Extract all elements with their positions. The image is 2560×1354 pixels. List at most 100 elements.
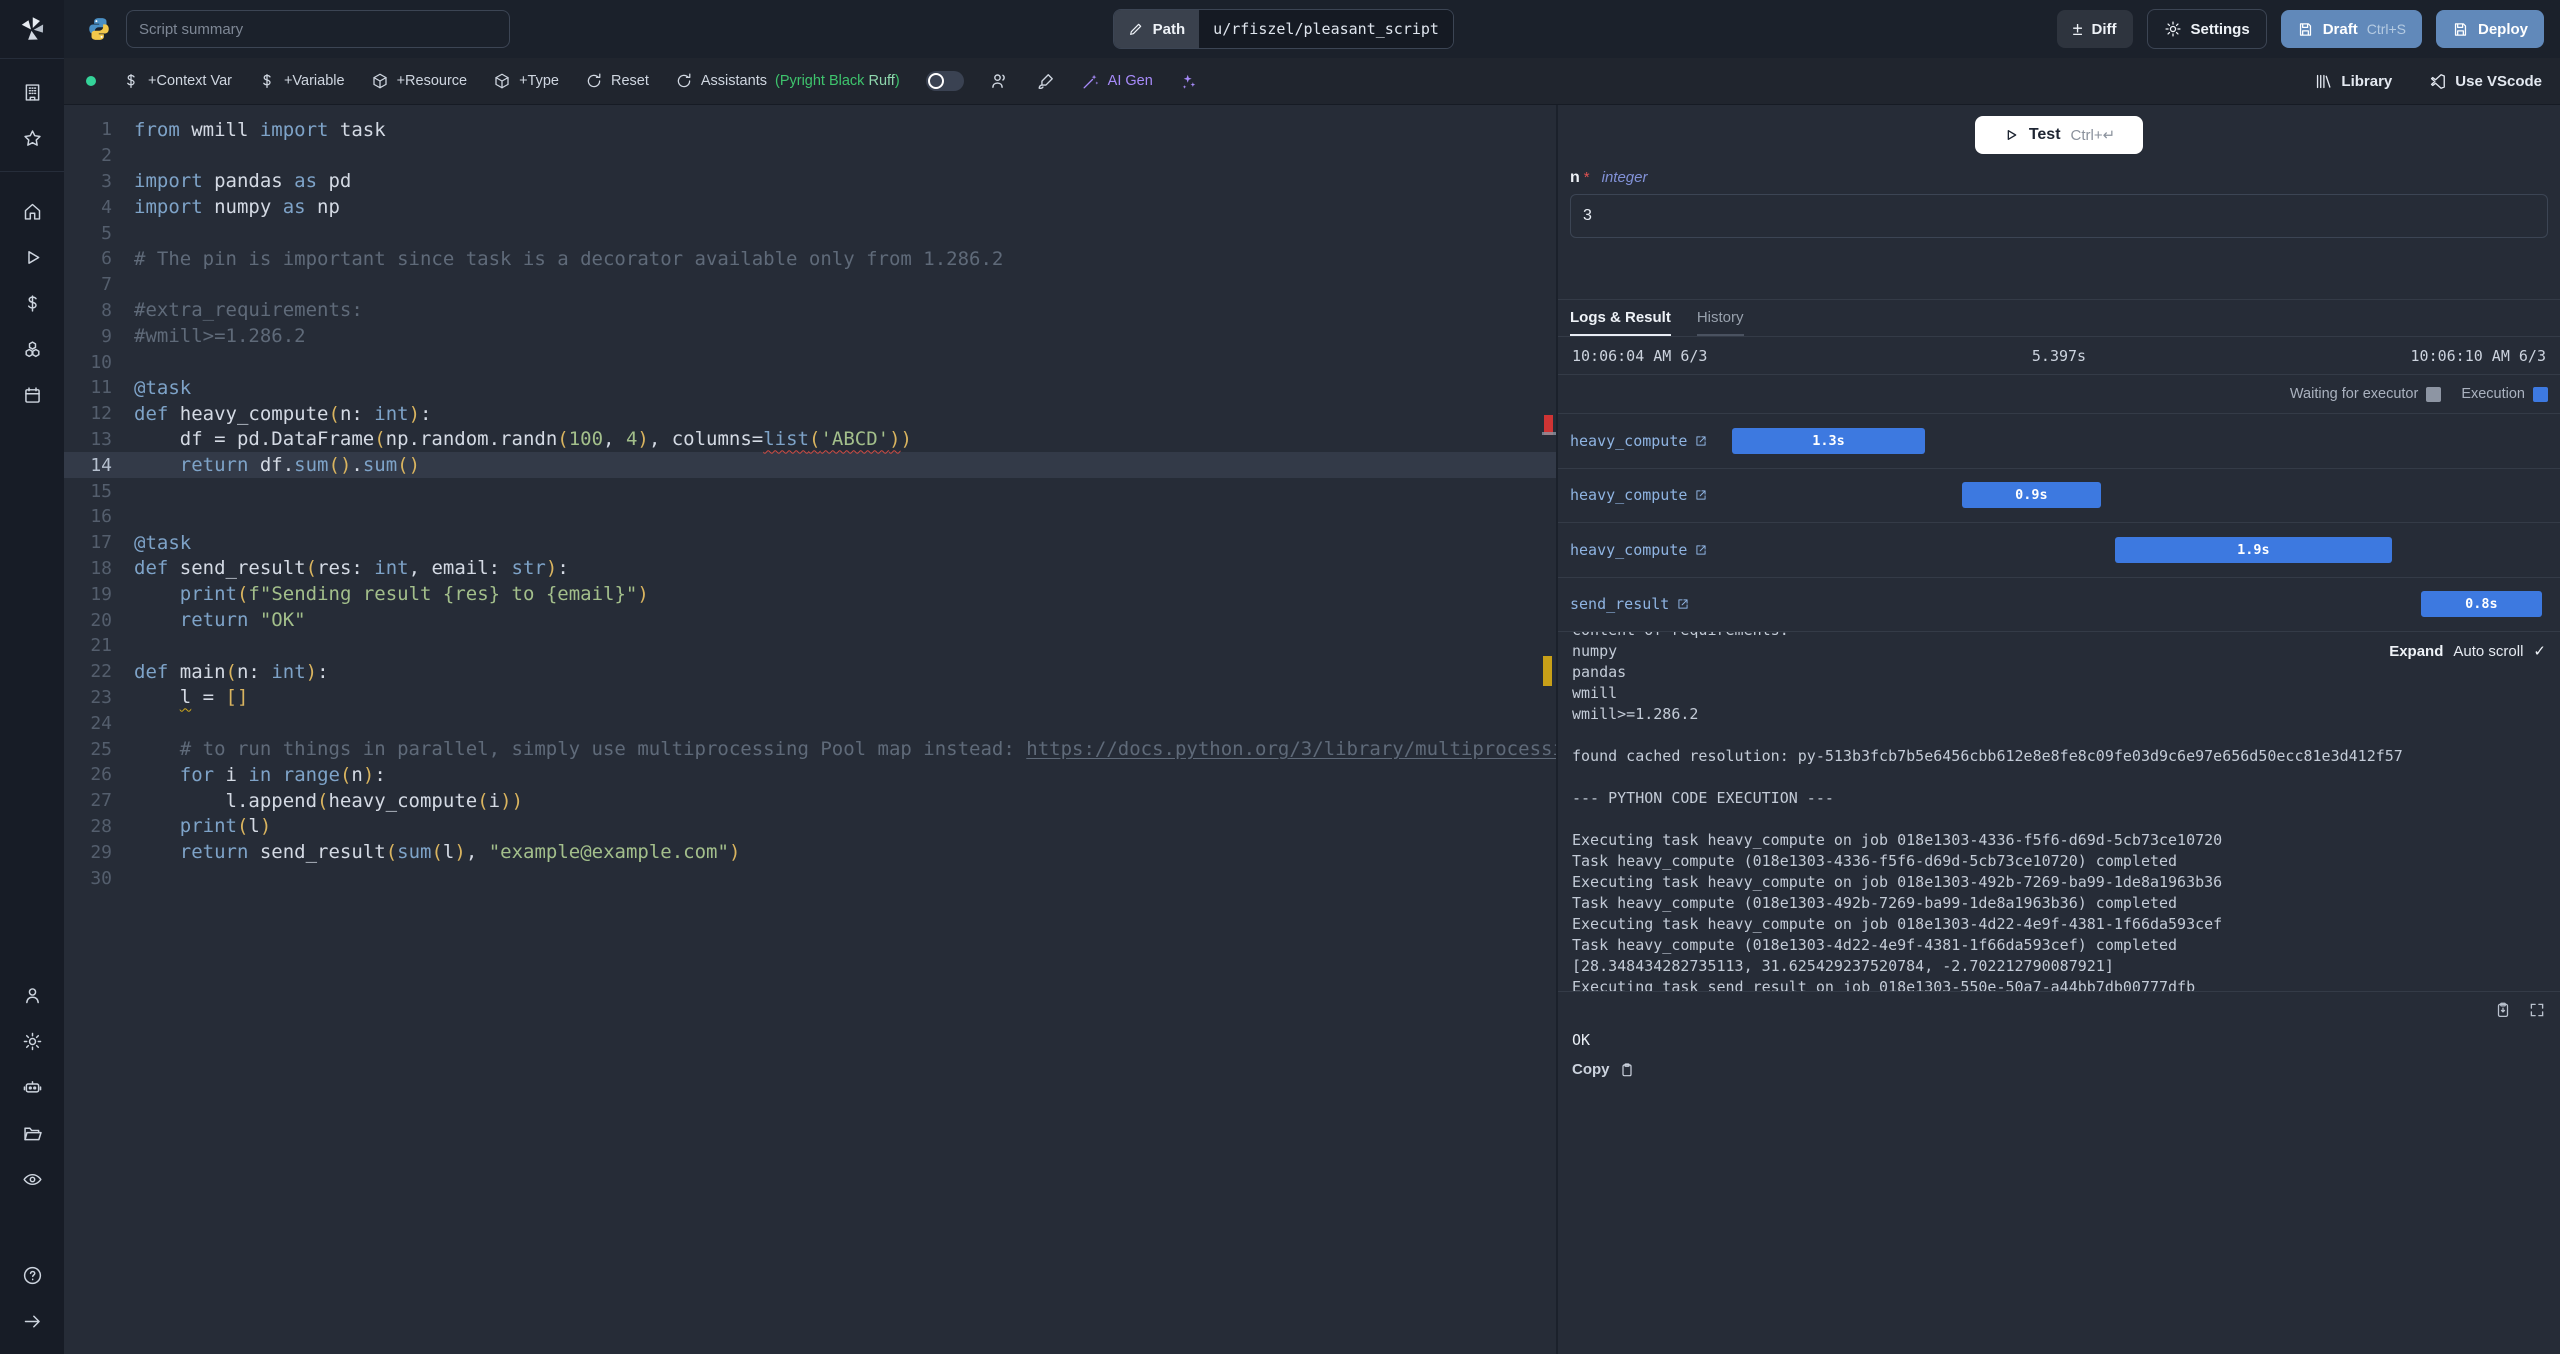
reset-button[interactable]: Reset [585,72,649,90]
path-button[interactable]: Path [1113,10,1200,48]
multiplayer-button[interactable] [990,71,1010,91]
code-editor[interactable]: 1 from wmill import task 2 3 import pandas a… [64,105,1556,1354]
code-line-1[interactable]: 1 from wmill import task [64,117,1556,143]
assistant-toggle[interactable] [925,71,964,91]
ai-sparkles-button[interactable] [1179,72,1198,91]
code-line-23[interactable]: 23 l = [] [64,685,1556,711]
code-line-19[interactable]: 19 print(f"Sending result {res} to {emai… [64,581,1556,607]
code-line-25[interactable]: 25 # to run things in parallel, simply u… [64,736,1556,762]
resource-button[interactable]: +Resource [371,72,467,90]
test-button[interactable]: Test Ctrl+↵ [1975,116,2143,154]
refresh-icon [585,72,603,90]
settings-button[interactable]: Settings [2146,9,2267,49]
code-line-17[interactable]: 17 @task [64,530,1556,556]
draft-button[interactable]: Draft Ctrl+S [2280,10,2422,48]
code-line-8[interactable]: 8 #extra_requirements: [64,298,1556,324]
sidebar-item-resources[interactable] [0,326,64,372]
tab-history[interactable]: History [1696,300,1744,336]
line-number: 16 [90,506,112,528]
wand-icon [1081,72,1100,91]
deploy-button[interactable]: Deploy [2436,10,2545,48]
sidebar-item-favorites[interactable] [0,115,64,161]
context-var-button[interactable]: +Context Var [122,72,232,90]
timeline-row-heavy_compute: heavy_compute 0.9s [1558,469,2560,523]
sidebar-item-instance-settings[interactable] [0,1018,64,1064]
sidebar-item-expand-sidebar[interactable] [0,1298,64,1344]
code-line-20[interactable]: 20 return "OK" [64,607,1556,633]
path-editor[interactable]: Path u/rfiszel/pleasant_script [1112,9,1454,49]
code-line-14[interactable]: 14 return df.sum().sum() [64,452,1556,479]
code-line-13[interactable]: 13 df = pd.DataFrame(np.random.randn(100… [64,427,1556,453]
sidebar-item-help[interactable] [0,1252,64,1298]
ai-gen-button[interactable]: AI Gen [1081,72,1153,91]
autoscroll-check-icon[interactable]: ✓ [2533,642,2546,660]
line-number: 5 [101,222,112,244]
code-line-30[interactable]: 30 [64,865,1556,891]
code-line-6[interactable]: 6 # The pin is important since task is a … [64,246,1556,272]
run-start-time: 10:06:04 AM 6/3 [1572,346,1708,365]
execution-bar[interactable]: 1.9s [2115,536,2392,563]
code-line-29[interactable]: 29 return send_result(sum(l), "example@e… [64,839,1556,865]
cubes-icon [22,339,43,360]
execution-bar[interactable]: 1.3s [1732,427,1925,454]
execution-bar[interactable]: 0.8s [2420,591,2542,618]
sidebar-item-audit-logs[interactable] [0,1156,64,1202]
code-line-5[interactable]: 5 [64,220,1556,246]
task-job-link[interactable]: heavy_compute [1570,541,1708,559]
sidebar-item-workers[interactable] [0,1064,64,1110]
sidebar-item-account[interactable] [0,972,64,1018]
variable-button[interactable]: +Variable [258,72,345,90]
code-line-2[interactable]: 2 [64,143,1556,169]
code-line-22[interactable]: 22 def main(n: int): [64,659,1556,685]
sidebar-item-runs[interactable] [0,234,64,280]
code-line-15[interactable]: 15 [64,478,1556,504]
sidebar-item-folders[interactable] [0,1110,64,1156]
copy-result-icon[interactable] [2494,1001,2512,1019]
code-line-11[interactable]: 11 @task [64,375,1556,401]
code-line-24[interactable]: 24 [64,710,1556,736]
execution-bar[interactable]: 0.9s [1961,482,2102,509]
code-line-26[interactable]: 26 for i in range(n): [64,762,1556,788]
code-line-3[interactable]: 3 import pandas as pd [64,169,1556,195]
code-line-4[interactable]: 4 import numpy as np [64,194,1556,220]
fullscreen-result-icon[interactable] [2528,1001,2546,1019]
code-line-16[interactable]: 16 [64,504,1556,530]
library-button[interactable]: Library [2314,72,2392,91]
copy-result-button[interactable]: Copy [1558,1049,1649,1090]
script-summary-input[interactable] [126,10,510,48]
overview-ruler[interactable] [1542,105,1556,1354]
task-job-link[interactable]: heavy_compute [1570,432,1708,450]
code-line-10[interactable]: 10 [64,349,1556,375]
line-number: 19 [90,583,112,605]
timeline: heavy_compute 1.3s heavy_compute 0.9s heavy_… [1558,414,2560,632]
code-line-7[interactable]: 7 [64,272,1556,298]
code-line-27[interactable]: 27 l.append(heavy_compute(i)) [64,788,1556,814]
use-vscode-button[interactable]: Use VScode [2428,72,2542,91]
sidebar-item-schedules[interactable] [0,372,64,418]
task-job-link[interactable]: send_result [1570,595,1690,613]
expand-logs-button[interactable]: Expand [2389,643,2443,660]
play-icon [22,247,43,268]
sidebar-item-home[interactable] [0,188,64,234]
windmill-logo[interactable] [0,0,64,59]
path-value[interactable]: u/rfiszel/pleasant_script [1199,10,1453,48]
format-button[interactable] [1036,72,1055,91]
line-number: 7 [101,274,112,296]
diff-button[interactable]: ± Diff [2056,10,2133,48]
task-job-link[interactable]: heavy_compute [1570,486,1708,504]
sidebar-item-workspace[interactable] [0,69,64,115]
log-section[interactable]: content of requirements: numpy pandas wm… [1558,632,2560,992]
code-text: #extra_requirements: [134,299,363,322]
code-line-21[interactable]: 21 [64,633,1556,659]
sidebar-item-variables[interactable] [0,280,64,326]
code-line-18[interactable]: 18 def send_result(res: int, email: str): [64,556,1556,582]
tab-logs-result[interactable]: Logs & Result [1570,300,1671,336]
assistants-button[interactable]: Assistants (Pyright Black Ruff) [675,72,900,90]
argument-n-input[interactable] [1570,194,2548,238]
type-button[interactable]: +Type [493,72,559,90]
code-line-28[interactable]: 28 print(l) [64,814,1556,840]
code-line-12[interactable]: 12 def heavy_compute(n: int): [64,401,1556,427]
log-output: content of requirements: numpy pandas wm… [1572,632,2403,992]
code-line-9[interactable]: 9 #wmill>=1.286.2 [64,323,1556,349]
plus-minus-icon: ± [2072,19,2083,39]
